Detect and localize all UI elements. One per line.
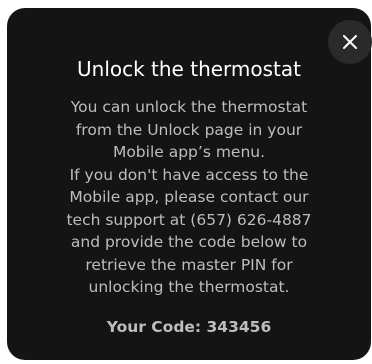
- message-line: retrieve the master PIN for: [85, 255, 293, 274]
- message-line: unlocking the thermostat.: [88, 278, 290, 296]
- dialog-message: You can unlock the thermostat from the U…: [31, 96, 347, 299]
- message-line: Mobile app’s menu.: [112, 143, 266, 161]
- close-icon: [343, 35, 357, 49]
- unlock-code: Your Code: 343456: [106, 318, 272, 336]
- message-line: from the Unlock page in your: [75, 120, 303, 139]
- message-line: tech support at (657) 626-4887: [66, 210, 312, 229]
- message-line: and provide the code below to: [70, 233, 308, 251]
- unlock-dialog: Unlock the thermostat You can unlock the…: [7, 8, 372, 360]
- message-line: Mobile app, please contact our: [69, 188, 309, 206]
- message-line: You can unlock the thermostat: [70, 98, 308, 116]
- message-line: If you don't have access to the: [69, 165, 309, 184]
- dialog-title: Unlock the thermostat: [77, 57, 301, 81]
